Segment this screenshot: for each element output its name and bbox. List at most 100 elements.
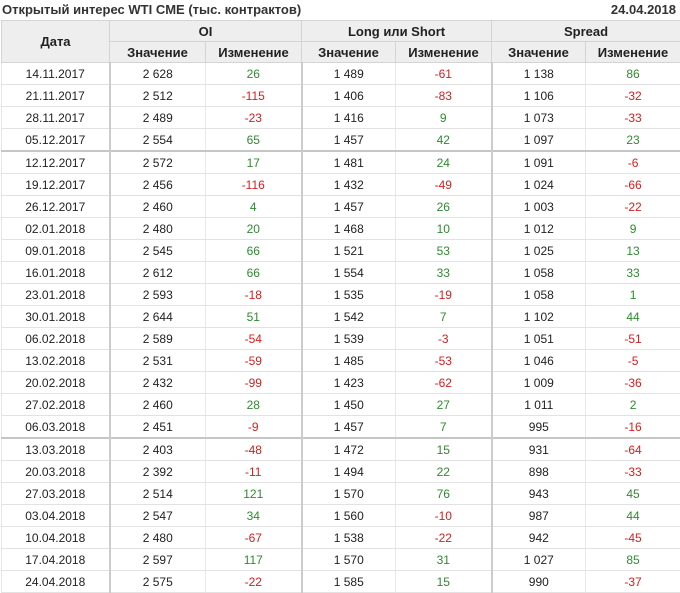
- cell-ls-value: 1 457: [302, 416, 396, 439]
- cell-spread-change: 13: [586, 240, 680, 262]
- cell-oi-value: 2 531: [110, 350, 206, 372]
- open-interest-table: Дата OI Long или Short Spread Значение И…: [1, 20, 680, 593]
- table-row: 27.03.20182 5141211 5707694345: [2, 483, 680, 505]
- cell-oi-change: 26: [206, 63, 302, 85]
- cell-spread-value: 1 058: [492, 284, 586, 306]
- cell-oi-change: -115: [206, 85, 302, 107]
- column-header-oi-change: Изменение: [206, 42, 302, 63]
- cell-date: 28.11.2017: [2, 107, 110, 129]
- cell-oi-change: 20: [206, 218, 302, 240]
- cell-date: 30.01.2018: [2, 306, 110, 328]
- cell-spread-change: -33: [586, 461, 680, 483]
- cell-oi-value: 2 489: [110, 107, 206, 129]
- cell-oi-change: 34: [206, 505, 302, 527]
- cell-spread-change: -66: [586, 174, 680, 196]
- header-row-groups: Дата OI Long или Short Spread: [2, 21, 680, 42]
- cell-ls-value: 1 585: [302, 571, 396, 593]
- cell-ls-value: 1 481: [302, 151, 396, 174]
- page-title: Открытый интерес WTI CME (тыс. контракто…: [2, 2, 301, 17]
- cell-ls-change: 26: [396, 196, 492, 218]
- column-header-date: Дата: [2, 21, 110, 63]
- cell-oi-change: -99: [206, 372, 302, 394]
- cell-ls-change: 76: [396, 483, 492, 505]
- cell-spread-change: -5: [586, 350, 680, 372]
- cell-oi-value: 2 456: [110, 174, 206, 196]
- table-row: 13.03.20182 403-481 47215931-64: [2, 438, 680, 461]
- cell-spread-value: 1 003: [492, 196, 586, 218]
- cell-ls-value: 1 521: [302, 240, 396, 262]
- cell-date: 02.01.2018: [2, 218, 110, 240]
- cell-ls-change: 15: [396, 438, 492, 461]
- column-header-ls-value: Значение: [302, 42, 396, 63]
- cell-ls-change: 33: [396, 262, 492, 284]
- cell-spread-value: 1 024: [492, 174, 586, 196]
- cell-spread-change: 45: [586, 483, 680, 505]
- cell-spread-value: 1 138: [492, 63, 586, 85]
- cell-oi-value: 2 597: [110, 549, 206, 571]
- cell-oi-value: 2 628: [110, 63, 206, 85]
- cell-date: 14.11.2017: [2, 63, 110, 85]
- cell-ls-value: 1 468: [302, 218, 396, 240]
- table-body: 14.11.20172 628261 489-611 1388621.11.20…: [2, 63, 680, 593]
- cell-oi-value: 2 460: [110, 196, 206, 218]
- cell-oi-change: 51: [206, 306, 302, 328]
- cell-oi-change: 66: [206, 240, 302, 262]
- cell-oi-change: 117: [206, 549, 302, 571]
- table-row: 17.04.20182 5971171 570311 02785: [2, 549, 680, 571]
- cell-spread-value: 1 009: [492, 372, 586, 394]
- cell-spread-change: -33: [586, 107, 680, 129]
- cell-spread-value: 1 027: [492, 549, 586, 571]
- cell-oi-value: 2 480: [110, 218, 206, 240]
- cell-date: 09.01.2018: [2, 240, 110, 262]
- column-header-ls-change: Изменение: [396, 42, 492, 63]
- table-row: 13.02.20182 531-591 485-531 046-5: [2, 350, 680, 372]
- cell-ls-change: 22: [396, 461, 492, 483]
- cell-ls-value: 1 432: [302, 174, 396, 196]
- cell-spread-value: 1 046: [492, 350, 586, 372]
- cell-ls-change: 9: [396, 107, 492, 129]
- cell-spread-change: 44: [586, 306, 680, 328]
- cell-date: 16.01.2018: [2, 262, 110, 284]
- cell-spread-change: 85: [586, 549, 680, 571]
- cell-spread-value: 1 073: [492, 107, 586, 129]
- column-header-spread-change: Изменение: [586, 42, 680, 63]
- group-header-spread: Spread: [492, 21, 680, 42]
- cell-ls-change: 31: [396, 549, 492, 571]
- cell-date: 27.03.2018: [2, 483, 110, 505]
- cell-oi-value: 2 514: [110, 483, 206, 505]
- cell-oi-change: -48: [206, 438, 302, 461]
- cell-date: 19.12.2017: [2, 174, 110, 196]
- table-row: 23.01.20182 593-181 535-191 0581: [2, 284, 680, 306]
- cell-oi-change: 17: [206, 151, 302, 174]
- cell-oi-change: 28: [206, 394, 302, 416]
- cell-date: 26.12.2017: [2, 196, 110, 218]
- cell-spread-value: 931: [492, 438, 586, 461]
- cell-spread-change: -64: [586, 438, 680, 461]
- cell-date: 12.12.2017: [2, 151, 110, 174]
- cell-ls-value: 1 485: [302, 350, 396, 372]
- cell-spread-change: 33: [586, 262, 680, 284]
- cell-ls-value: 1 472: [302, 438, 396, 461]
- cell-spread-change: 86: [586, 63, 680, 85]
- cell-date: 20.03.2018: [2, 461, 110, 483]
- cell-ls-value: 1 494: [302, 461, 396, 483]
- cell-oi-change: -18: [206, 284, 302, 306]
- table-row: 12.12.20172 572171 481241 091-6: [2, 151, 680, 174]
- cell-spread-change: -51: [586, 328, 680, 350]
- cell-oi-value: 2 554: [110, 129, 206, 152]
- cell-oi-value: 2 432: [110, 372, 206, 394]
- cell-date: 10.04.2018: [2, 527, 110, 549]
- cell-spread-value: 1 097: [492, 129, 586, 152]
- cell-spread-change: -22: [586, 196, 680, 218]
- cell-ls-change: -3: [396, 328, 492, 350]
- cell-oi-change: -9: [206, 416, 302, 439]
- cell-ls-change: 53: [396, 240, 492, 262]
- cell-oi-change: 65: [206, 129, 302, 152]
- cell-ls-change: 42: [396, 129, 492, 152]
- cell-spread-change: 23: [586, 129, 680, 152]
- cell-oi-change: 4: [206, 196, 302, 218]
- cell-ls-value: 1 457: [302, 196, 396, 218]
- cell-ls-value: 1 457: [302, 129, 396, 152]
- cell-ls-change: 10: [396, 218, 492, 240]
- cell-spread-change: 9: [586, 218, 680, 240]
